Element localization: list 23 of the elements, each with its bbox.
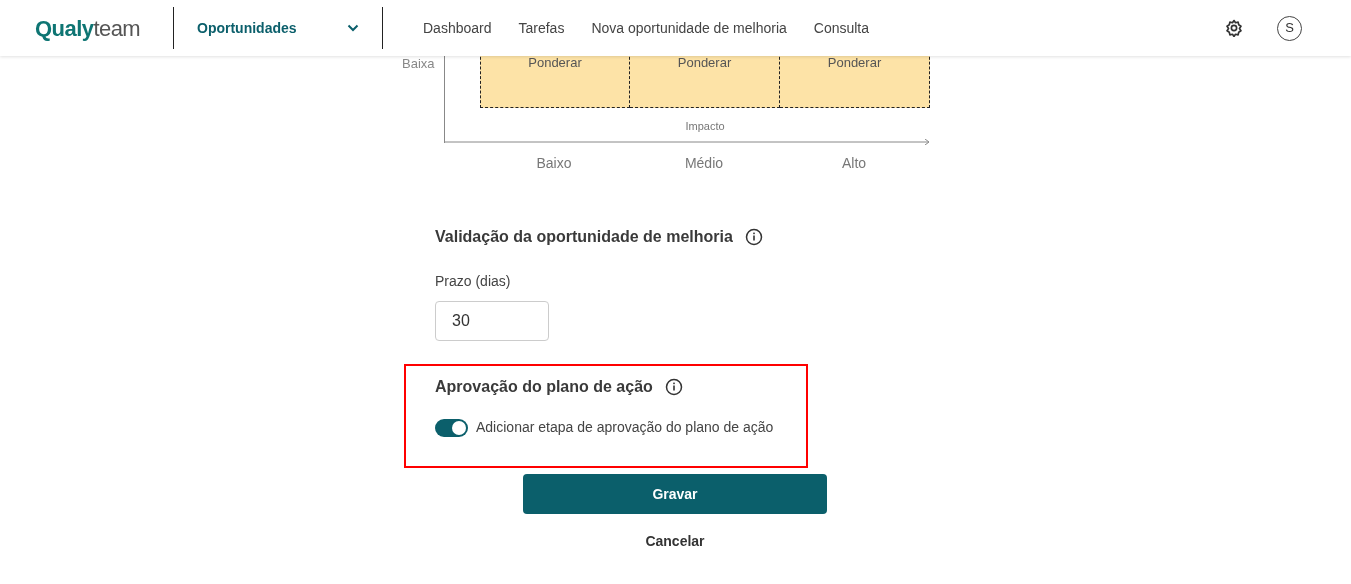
section-title: Validação da oportunidade de melhoria xyxy=(435,227,733,247)
nav-link[interactable]: Nova oportunidade de melhoria xyxy=(591,17,787,39)
toggle-switch[interactable] xyxy=(435,418,468,437)
info-icon[interactable] xyxy=(744,228,763,246)
chevron-down-icon xyxy=(347,24,359,32)
settings-icon[interactable] xyxy=(1225,19,1243,37)
cancel-button[interactable]: Cancelar xyxy=(523,531,827,552)
input-field[interactable]: 30 xyxy=(435,301,549,341)
axis-label: Baixo xyxy=(535,154,573,173)
nav-link[interactable]: Tarefas xyxy=(518,17,565,39)
axis-label: Alto xyxy=(840,154,868,173)
axis-label: Médio xyxy=(683,154,725,173)
info-icon[interactable] xyxy=(664,378,683,396)
row-label: Baixa xyxy=(401,55,436,73)
field-label: Prazo (dias) xyxy=(435,272,512,291)
toggle-label: Adicionar etapa de aprovação do plano de ação xyxy=(476,418,774,437)
save-button[interactable]: Gravar xyxy=(523,474,827,514)
logo[interactable]: Qualyteam xyxy=(35,11,140,45)
module-dropdown[interactable]: Oportunidades xyxy=(197,17,359,39)
nav-link[interactable]: Dashboard xyxy=(423,17,492,39)
nav-link[interactable]: Consulta xyxy=(813,17,870,39)
section-title: Aprovação do plano de ação xyxy=(435,377,653,397)
axis-title: Impacto xyxy=(684,119,726,134)
